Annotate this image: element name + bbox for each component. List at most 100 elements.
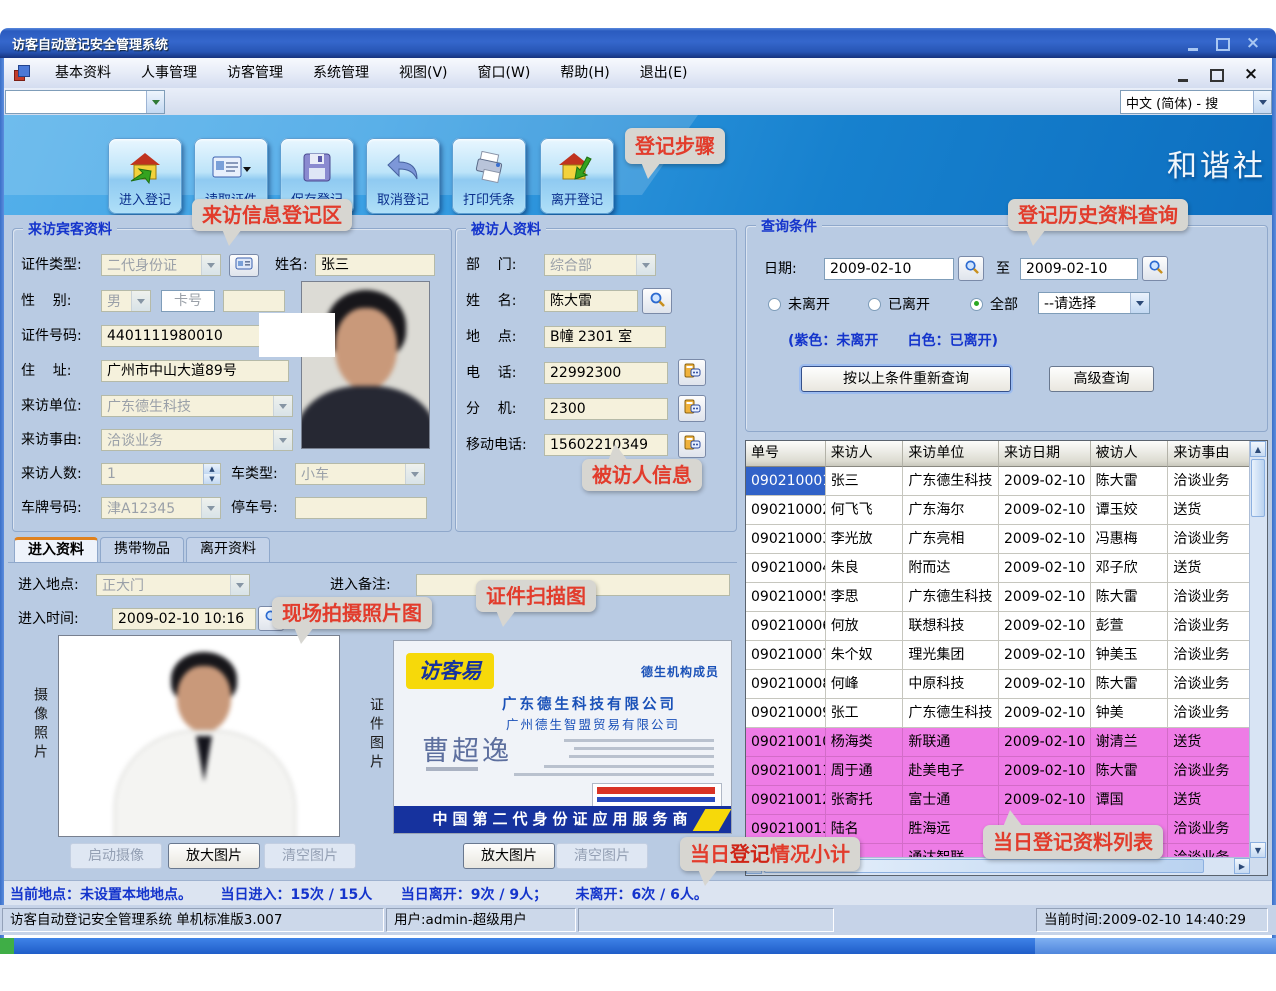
cell-reason[interactable]: 洽谈业务 <box>1168 641 1250 670</box>
chevron-down-icon[interactable] <box>273 430 292 450</box>
cell-unit[interactable]: 广东德生科技 <box>903 583 999 612</box>
language-combo[interactable]: 中文 (简体) - 搜 <box>1120 90 1272 114</box>
search-host-button[interactable] <box>642 288 672 314</box>
cell-visitor[interactable]: 张寄托 <box>826 786 904 815</box>
cell-host[interactable]: 陈大雷 <box>1091 583 1169 612</box>
cell-visitor[interactable]: 张三 <box>826 467 904 496</box>
menu-exit[interactable]: 退出(E) <box>625 58 703 88</box>
cell-unit[interactable]: 中原科技 <box>903 670 999 699</box>
visit-reason-combo[interactable]: 洽谈业务 <box>101 429 293 451</box>
host-name-input[interactable]: 陈大雷 <box>544 290 638 312</box>
cell-date[interactable]: 2009-02-10 <box>999 583 1091 612</box>
plate-no-combo[interactable]: 津A12345 <box>101 497 221 519</box>
cell-date[interactable]: 2009-02-10 <box>999 757 1091 786</box>
cell-order-no[interactable]: 090210011 <box>746 757 826 786</box>
chevron-down-icon[interactable] <box>230 575 249 595</box>
dial-ext-button[interactable] <box>678 395 706 422</box>
cell-unit[interactable]: 理光集团 <box>903 641 999 670</box>
menu-hr[interactable]: 人事管理 <box>126 58 212 88</box>
close-button[interactable]: × <box>1244 35 1262 51</box>
radio-left[interactable] <box>868 298 881 311</box>
chevron-down-icon[interactable] <box>273 396 292 416</box>
advanced-query-button[interactable]: 高级查询 <box>1049 366 1154 392</box>
cell-reason[interactable]: 洽谈业务 <box>1168 670 1250 699</box>
dial-phone-button[interactable] <box>678 359 706 386</box>
cell-host[interactable]: 彭萱 <box>1091 612 1169 641</box>
header-reason[interactable]: 来访事由 <box>1168 441 1250 467</box>
cell-visitor[interactable]: 何飞飞 <box>826 496 904 525</box>
table-row[interactable]: 090210011 周于通 赴美电子 2009-02-10 陈大雷 洽谈业务 <box>746 757 1250 786</box>
cell-order-no[interactable]: 090210004 <box>746 554 826 583</box>
visitor-count-stepper[interactable]: 1 ▲▼ <box>101 463 221 485</box>
tab-entry-info[interactable]: 进入资料 <box>14 537 98 562</box>
cancel-register-button[interactable]: 取消登记 <box>366 138 440 214</box>
cell-reason[interactable]: 洽谈业务 <box>1168 612 1250 641</box>
parking-no-input[interactable] <box>295 497 427 519</box>
cell-order-no[interactable]: 090210012 <box>746 786 826 815</box>
chevron-down-icon[interactable] <box>1253 91 1271 113</box>
header-visitor[interactable]: 来访人 <box>826 441 904 467</box>
cell-reason[interactable]: 洽谈业务 <box>1168 844 1250 858</box>
chevron-down-icon[interactable] <box>201 498 220 518</box>
cert-type-combo[interactable]: 二代身份证 <box>101 254 221 276</box>
cell-unit[interactable]: 联想科技 <box>903 612 999 641</box>
cell-host[interactable]: 钟美 <box>1091 699 1169 728</box>
entry-location-combo[interactable]: 正大门 <box>96 574 250 596</box>
cell-unit[interactable]: 附而达 <box>903 554 999 583</box>
radio-not-left[interactable] <box>768 298 781 311</box>
location-input[interactable]: B幢 2301 室 <box>544 326 666 348</box>
clear-card-button[interactable]: 清空图片 <box>556 843 648 869</box>
restore-button[interactable] <box>1214 35 1232 51</box>
cell-date[interactable]: 2009-02-10 <box>999 641 1091 670</box>
cell-order-no[interactable]: 090210007 <box>746 641 826 670</box>
cell-date[interactable]: 2009-02-10 <box>999 554 1091 583</box>
cell-visitor[interactable]: 朱个奴 <box>826 641 904 670</box>
cell-date[interactable]: 2009-02-10 <box>999 612 1091 641</box>
cell-reason[interactable]: 送货 <box>1168 496 1250 525</box>
cell-reason[interactable]: 洽谈业务 <box>1168 815 1250 844</box>
date-to-input[interactable]: 2009-02-10 <box>1020 258 1138 280</box>
cell-reason[interactable]: 送货 <box>1168 728 1250 757</box>
quick-select-combo[interactable] <box>5 90 165 114</box>
cell-visitor[interactable]: 何峰 <box>826 670 904 699</box>
table-row[interactable]: 090210004 朱良 附而达 2009-02-10 邓子欣 送货 <box>746 554 1250 583</box>
table-row[interactable]: 090210006 何放 联想科技 2009-02-10 彭萱 洽谈业务 <box>746 612 1250 641</box>
read-card-button[interactable] <box>229 254 259 277</box>
print-receipt-button[interactable]: 打印凭条 <box>452 138 526 214</box>
requery-button[interactable]: 按以上条件重新查询 <box>801 366 1011 392</box>
table-row[interactable]: 090210008 何峰 中原科技 2009-02-10 陈大雷 洽谈业务 <box>746 670 1250 699</box>
send-sms-button[interactable] <box>678 431 706 458</box>
cell-visitor[interactable]: 张工 <box>826 699 904 728</box>
cell-host[interactable]: 陈大雷 <box>1091 467 1169 496</box>
table-row[interactable]: 090210009 张工 广东德生科技 2009-02-10 钟美 洽谈业务 <box>746 699 1250 728</box>
cell-visitor[interactable]: 杨海类 <box>826 728 904 757</box>
cell-reason[interactable]: 送货 <box>1168 786 1250 815</box>
enter-register-button[interactable]: 进入登记 <box>108 138 182 214</box>
cell-order-no[interactable]: 090210002 <box>746 496 826 525</box>
cell-order-no[interactable]: 090210006 <box>746 612 826 641</box>
zoom-card-button[interactable]: 放大图片 <box>463 843 555 869</box>
cell-unit[interactable]: 广东亮相 <box>903 525 999 554</box>
chevron-down-icon[interactable] <box>405 464 424 484</box>
dept-combo[interactable]: 综合部 <box>544 254 656 276</box>
chevron-down-icon[interactable] <box>1130 293 1149 313</box>
cell-host[interactable]: 冯惠梅 <box>1091 525 1169 554</box>
address-input[interactable]: 广州市中山大道89号 <box>101 360 289 382</box>
cell-reason[interactable]: 洽谈业务 <box>1168 583 1250 612</box>
cell-unit[interactable]: 广东德生科技 <box>903 467 999 496</box>
cell-order-no[interactable]: 090210010 <box>746 728 826 757</box>
cell-host[interactable]: 谭国 <box>1091 786 1169 815</box>
cell-visitor[interactable]: 李思 <box>826 583 904 612</box>
table-row[interactable]: 090210003 李光放 广东亮相 2009-02-10 冯惠梅 洽谈业务 <box>746 525 1250 554</box>
cell-date[interactable]: 2009-02-10 <box>999 670 1091 699</box>
vertical-scrollbar[interactable]: ▲ ▼ <box>1249 441 1267 858</box>
cell-host[interactable]: 陈大雷 <box>1091 670 1169 699</box>
start-camera-button[interactable]: 启动摄像 <box>70 843 162 869</box>
cell-visitor[interactable]: 周于通 <box>826 757 904 786</box>
chevron-down-icon[interactable] <box>131 291 150 311</box>
cell-reason[interactable]: 洽谈业务 <box>1168 699 1250 728</box>
date-from-picker-button[interactable] <box>958 256 984 281</box>
scroll-down-icon[interactable]: ▼ <box>1250 842 1266 858</box>
cell-reason[interactable]: 洽谈业务 <box>1168 757 1250 786</box>
mobile-input[interactable]: 15602210349 <box>544 434 668 456</box>
